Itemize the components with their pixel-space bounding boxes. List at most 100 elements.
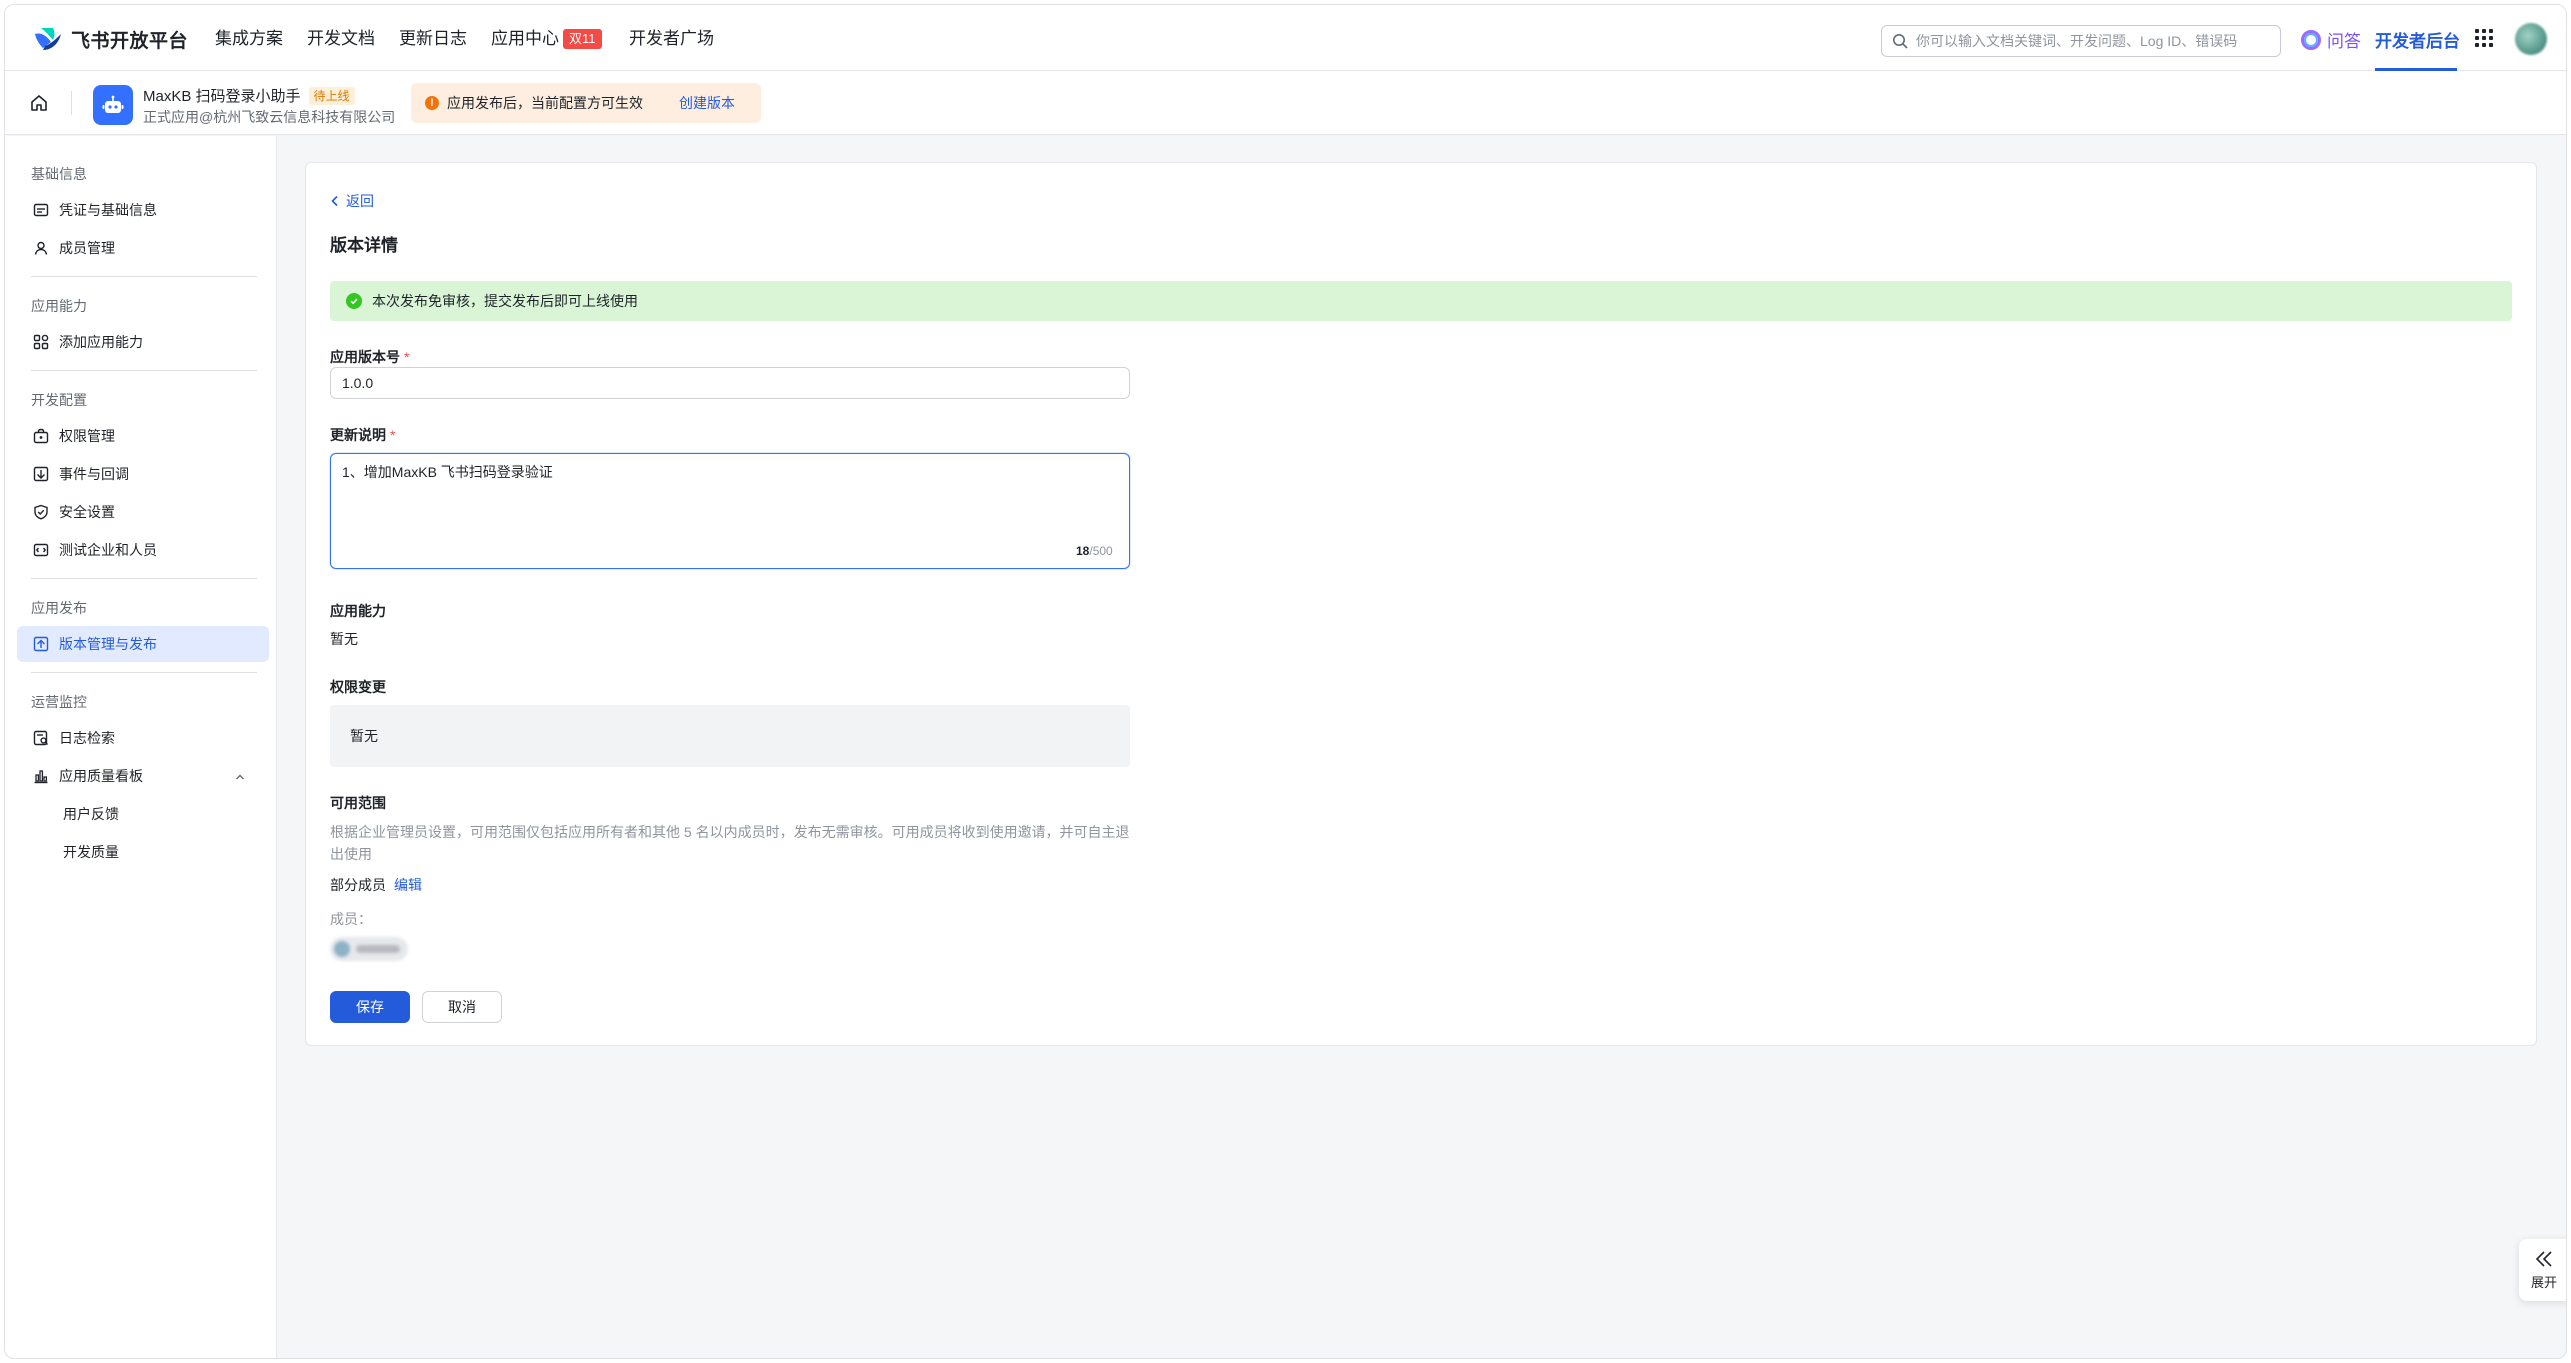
required-mark: * — [390, 427, 396, 443]
divider — [31, 370, 257, 371]
nav-app-center-label: 应用中心 — [491, 29, 559, 48]
divider — [31, 276, 257, 277]
sidebar-subitem-dev-quality[interactable]: 开发质量 — [63, 842, 119, 862]
log-icon — [33, 730, 48, 746]
back-link[interactable]: 返回 — [330, 191, 374, 211]
sidebar-group-dev-config: 开发配置 — [31, 392, 87, 408]
permission-change-label: 权限变更 — [330, 679, 386, 695]
search-icon — [1893, 34, 1908, 49]
dev-console-link[interactable]: 开发者后台 — [2375, 27, 2460, 52]
top-navbar: 飞书开放平台 集成方案 开发文档 更新日志 应用中心双11 开发者广场 问答 开… — [5, 5, 2566, 71]
credential-icon — [33, 203, 49, 217]
user-icon — [34, 241, 48, 255]
sidebar-item-security[interactable]: 安全设置 — [17, 494, 269, 530]
sidebar-group-publish: 应用发布 — [31, 600, 87, 616]
notes-label-text: 更新说明 — [330, 427, 386, 443]
app-name-text: MaxKB 扫码登录小助手 — [143, 88, 301, 105]
cancel-button[interactable]: 取消 — [422, 991, 502, 1023]
publish-icon — [33, 636, 49, 652]
sidebar-item-events[interactable]: 事件与回调 — [17, 456, 269, 492]
scope-label: 可用范围 — [330, 795, 386, 811]
search-box[interactable] — [1881, 25, 2281, 57]
sidebar-item-version-publish[interactable]: 版本管理与发布 — [17, 626, 269, 662]
status-badge: 待上线 — [308, 87, 355, 105]
sidebar-item-label: 凭证与基础信息 — [59, 202, 157, 218]
sidebar-item-members[interactable]: 成员管理 — [17, 230, 269, 266]
version-label: 应用版本号 * — [330, 347, 409, 367]
review-free-notice: 本次发布免审核，提交发布后即可上线使用 — [330, 281, 2512, 321]
sidebar-item-label: 成员管理 — [59, 240, 115, 256]
scope-description: 根据企业管理员设置，可用范围仅包括应用所有者和其他 5 名以内成员时，发布无需审… — [330, 824, 1130, 862]
member-name-blurred — [356, 945, 400, 953]
sidebar-group-basic: 基础信息 — [31, 166, 87, 182]
version-input[interactable] — [330, 367, 1130, 399]
capability-value: 暂无 — [330, 631, 358, 647]
scope-mode: 部分成员 编辑 — [330, 875, 422, 895]
search-input[interactable] — [1916, 33, 2280, 49]
double-chevron-left-icon — [2535, 1250, 2552, 1267]
brand-name: 飞书开放平台 — [71, 30, 189, 52]
publish-notice: ! 应用发布后，当前配置方可生效 创建版本 — [411, 83, 761, 123]
sidebar-item-permissions[interactable]: 权限管理 — [17, 418, 269, 454]
qa-button[interactable]: 问答 — [2301, 27, 2361, 52]
publish-notice-text: 应用发布后，当前配置方可生效 — [447, 95, 643, 111]
sidebar-item-quality-board[interactable]: 应用质量看板 — [17, 758, 269, 794]
app-subtitle: 正式应用@杭州飞致云信息科技有限公司 — [143, 109, 396, 125]
char-count: 18 — [1076, 544, 1090, 558]
brand-logo[interactable]: 飞书开放平台 — [33, 25, 188, 53]
version-detail-card: 返回 版本详情 本次发布免审核，提交发布后即可上线使用 应用版本号* 更新说明*… — [305, 162, 2537, 1046]
divider — [71, 91, 72, 115]
required-mark: * — [404, 349, 410, 365]
add-capability-icon — [33, 334, 49, 350]
sidebar-item-label: 日志检索 — [59, 730, 115, 746]
member-avatar — [334, 941, 350, 957]
nav-docs[interactable]: 开发文档 — [307, 27, 375, 51]
sidebar-subitem-user-feedback[interactable]: 用户反馈 — [63, 804, 119, 824]
sidebar-item-label: 应用质量看板 — [59, 768, 143, 784]
feishu-logo-icon — [35, 28, 61, 50]
sidebar-item-label: 权限管理 — [59, 428, 115, 444]
nav-changelog[interactable]: 更新日志 — [399, 27, 467, 51]
permission-change-box: 暂无 — [330, 705, 1130, 767]
expand-panel-button[interactable]: 展开 — [2519, 1239, 2566, 1301]
sidebar-item-label: 版本管理与发布 — [59, 636, 157, 652]
sidebar-item-credentials[interactable]: 凭证与基础信息 — [17, 192, 269, 228]
save-button[interactable]: 保存 — [330, 991, 410, 1023]
char-counter: 18/500 — [1076, 544, 1113, 558]
home-icon[interactable] — [29, 93, 49, 113]
release-notes-textarea[interactable]: 1、增加MaxKB 飞书扫码登录验证 — [330, 453, 1130, 569]
page-title: 版本详情 — [330, 236, 398, 255]
create-version-link[interactable]: 创建版本 — [679, 93, 735, 113]
nav-integration[interactable]: 集成方案 — [215, 27, 283, 51]
app-header: MaxKB 扫码登录小助手 待上线 正式应用@杭州飞致云信息科技有限公司 ! 应用… — [5, 71, 2566, 135]
app-avatar — [93, 85, 133, 125]
user-avatar[interactable] — [2515, 23, 2547, 55]
success-check-icon — [346, 293, 362, 309]
sidebar-group-monitor: 运营监控 — [31, 694, 87, 710]
review-free-notice-text: 本次发布免审核，提交发布后即可上线使用 — [372, 293, 638, 309]
sidebar-item-log-search[interactable]: 日志检索 — [17, 720, 269, 756]
chevron-left-icon — [331, 195, 338, 207]
sidebar-item-add-capability[interactable]: 添加应用能力 — [17, 324, 269, 360]
edit-scope-link[interactable]: 编辑 — [394, 877, 422, 893]
scope-mode-text: 部分成员 — [330, 877, 386, 893]
back-label: 返回 — [346, 193, 374, 209]
chart-icon — [34, 770, 48, 784]
robot-icon — [102, 95, 124, 113]
apps-grid-icon[interactable] — [2475, 29, 2493, 47]
permission-icon — [33, 428, 49, 444]
sidebar: 基础信息 凭证与基础信息 成员管理 应用能力 添加应用能力 开发配置 权限管理 … — [5, 136, 277, 1358]
nav-dev-square[interactable]: 开发者广场 — [629, 27, 714, 51]
test-icon — [33, 543, 49, 557]
sidebar-item-test-org[interactable]: 测试企业和人员 — [17, 532, 269, 568]
chevron-up-icon[interactable] — [235, 772, 245, 782]
sidebar-group-capability: 应用能力 — [31, 298, 87, 314]
expand-label: 展开 — [2530, 1274, 2557, 1290]
member-chip — [330, 937, 408, 961]
members-label: 成员： — [330, 911, 372, 927]
shield-icon — [34, 504, 48, 520]
notes-label: 更新说明 * — [330, 425, 395, 445]
version-label-text: 应用版本号 — [330, 349, 400, 365]
sidebar-item-label: 事件与回调 — [59, 466, 129, 482]
nav-app-center[interactable]: 应用中心 双11 — [491, 27, 602, 51]
